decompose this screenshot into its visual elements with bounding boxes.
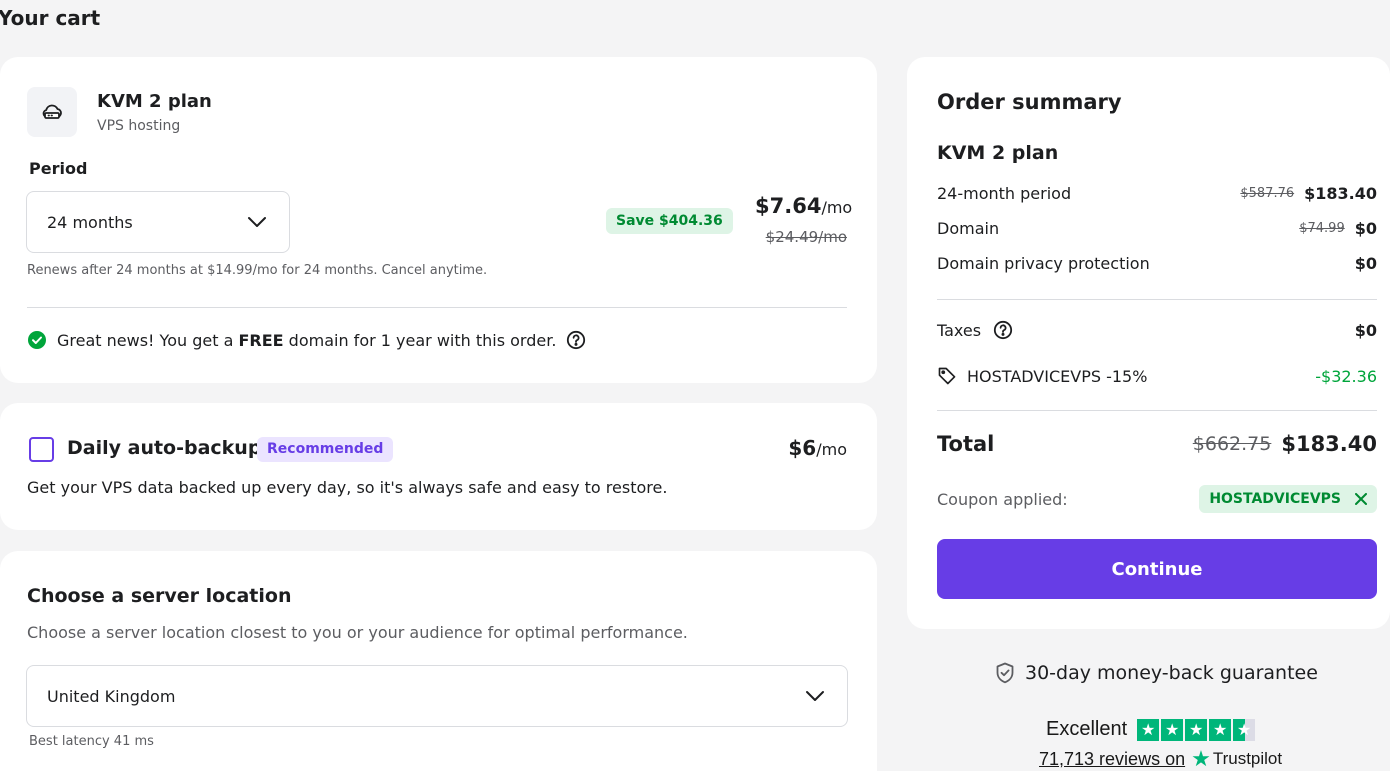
summary-plan-name: KVM 2 plan [937,142,1059,164]
latency-note: Best latency 41 ms [29,734,154,749]
chevron-down-icon [248,217,266,227]
trustpilot-rating: Excellent ★ ★ ★ ★ ★ [1046,718,1256,741]
chevron-down-icon [806,691,824,701]
trustpilot-reviews: 71,713 reviews on ★ Trustpilot [1039,746,1282,771]
plan-price: $7.64/mo [755,194,852,218]
save-badge: Save $404.36 [606,208,733,234]
plan-type: VPS hosting [97,118,181,134]
backup-price: $6/mo [760,436,847,460]
summary-row: Domain privacy protection $0 [937,254,1377,273]
backup-checkbox[interactable] [29,437,54,462]
summary-row-label: 24-month period [937,184,1072,203]
money-back-guarantee: 30-day money-back guarantee [995,662,1318,684]
plan-name: KVM 2 plan [97,91,212,112]
discount-row: HOSTADVICEVPS -15% -$32.36 [937,366,1377,386]
location-select[interactable]: United Kingdom [26,665,848,727]
taxes-row: Taxes $0 [937,320,1377,340]
shield-check-icon [996,662,1014,684]
close-icon[interactable] [1355,493,1367,505]
plan-price-unit: /mo [821,198,853,217]
divider [27,307,847,308]
summary-row-value: $183.40 [1304,184,1377,203]
trustpilot-star-icon: ★ [1191,746,1211,771]
backup-title: Daily auto-backup [67,437,262,459]
summary-row-value: $0 [1354,254,1377,273]
plan-old-price: $24.49/mo [765,228,847,246]
total-row: Total $662.75 $183.40 [937,432,1377,456]
taxes-value: $0 [1354,320,1377,340]
summary-row-label: Domain [937,219,1000,238]
total-value: $183.40 [1281,432,1377,456]
plan-price-value: $7.64 [755,194,822,218]
trustpilot-rating-word: Excellent [1046,718,1128,740]
star-icon: ★ [1185,718,1208,741]
summary-row-label: Domain privacy protection [937,254,1150,273]
reviews-link[interactable]: 71,713 reviews on [1039,749,1185,770]
star-icon: ★ [1137,718,1160,741]
discount-code: HOSTADVICEVPS -15% [967,366,1148,386]
tag-icon [938,367,956,385]
location-value: United Kingdom [47,686,176,706]
order-summary-title: Order summary [937,90,1122,114]
star-icon: ★ [1161,718,1184,741]
promo-free: FREE [238,330,284,350]
trustpilot-logo: ★ Trustpilot [1191,746,1282,771]
trustpilot-stars: ★ ★ ★ ★ ★ [1137,718,1256,741]
period-value: 24 months [47,212,133,232]
discount-value: -$32.36 [1315,366,1377,386]
coupon-code: HOSTADVICEVPS [1209,491,1341,507]
help-icon[interactable] [993,320,1013,340]
period-select[interactable]: 24 months [26,191,290,253]
coupon-row: Coupon applied: HOSTADVICEVPS [937,485,1377,513]
continue-button[interactable]: Continue [937,539,1377,599]
location-title: Choose a server location [27,585,292,607]
backup-card [0,403,877,530]
vps-cloud-icon [27,87,77,137]
period-label: Period [29,159,88,178]
summary-row: Domain $74.99 $0 [937,219,1377,238]
page-title: Your cart [0,6,101,30]
free-domain-promo: Great news! You get a FREE domain for 1 … [27,330,586,350]
summary-row: 24-month period $587.76 $183.40 [937,184,1377,203]
total-old: $662.75 [1192,433,1272,455]
promo-text: Great news! You get a [57,330,234,350]
divider [937,410,1377,411]
backup-price-value: $6 [788,436,817,460]
coupon-label: Coupon applied: [937,489,1068,509]
summary-row-value: $0 [1354,219,1377,238]
guarantee-text: 30-day money-back guarantee [1025,662,1318,684]
backup-description: Get your VPS data backed up every day, s… [27,478,668,497]
trustpilot-brand: Trustpilot [1212,749,1283,768]
promo-text-end: domain for 1 year with this order. [288,330,557,350]
star-icon: ★ [1209,718,1232,741]
renew-note: Renews after 24 months at $14.99/mo for … [27,263,488,278]
help-icon[interactable] [566,330,586,350]
backup-price-unit: /mo [816,440,847,459]
coupon-chip: HOSTADVICEVPS [1199,485,1377,513]
location-description: Choose a server location closest to you … [27,623,688,642]
taxes-label: Taxes [937,320,982,340]
summary-row-old: $587.76 [1240,186,1295,201]
check-circle-icon [28,331,46,349]
total-label: Total [937,432,995,456]
half-star-icon: ★ [1233,718,1256,741]
recommended-badge: Recommended [257,437,394,462]
divider [937,299,1377,300]
summary-row-old: $74.99 [1299,221,1345,236]
